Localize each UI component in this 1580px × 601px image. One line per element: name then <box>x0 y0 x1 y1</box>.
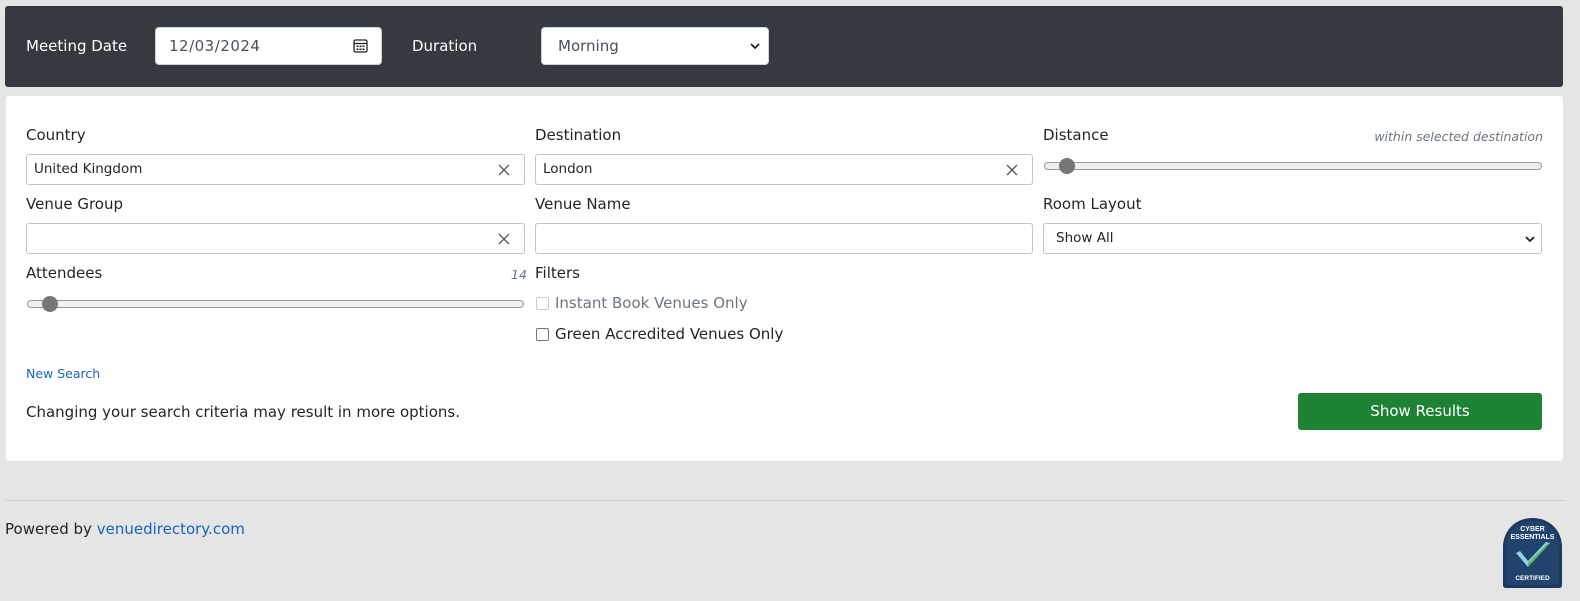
room-layout-label: Room Layout <box>1043 195 1142 213</box>
clear-venue-group-icon[interactable] <box>498 233 510 245</box>
attendees-count: 14 <box>511 267 527 282</box>
new-search-link[interactable]: New Search <box>26 366 100 381</box>
show-results-button[interactable]: Show Results <box>1298 393 1542 430</box>
badge-line1: CYBER <box>1520 526 1545 533</box>
green-accredited-label: Green Accredited Venues Only <box>555 325 784 343</box>
footer: Powered by venuedirectory.com <box>5 520 245 538</box>
destination-select[interactable]: London <box>535 154 1033 185</box>
venue-group-label: Venue Group <box>26 195 124 213</box>
meeting-date-label: Meeting Date <box>26 37 128 55</box>
duration-select[interactable]: Morning <box>541 27 769 65</box>
country-label: Country <box>26 126 86 144</box>
room-layout-value: Show All <box>1056 230 1114 246</box>
destination-label: Destination <box>535 126 622 144</box>
clear-country-icon[interactable] <box>498 164 510 176</box>
meeting-header-bar: Meeting Date 12/03/2024 Duration Morning <box>5 6 1563 87</box>
footer-divider <box>5 500 1565 501</box>
green-accredited-checkbox[interactable] <box>536 328 549 341</box>
chevron-down-icon <box>1525 236 1535 243</box>
destination-value: London <box>543 161 593 177</box>
country-value: United Kingdom <box>34 161 143 177</box>
distance-slider[interactable] <box>1044 158 1542 174</box>
duration-value: Morning <box>558 37 619 55</box>
room-layout-select[interactable]: Show All <box>1043 223 1542 254</box>
meeting-date-value: 12/03/2024 <box>169 37 261 55</box>
distance-hint: within selected destination <box>1374 129 1543 144</box>
filters-label: Filters <box>535 264 580 282</box>
duration-label: Duration <box>412 37 478 55</box>
distance-label: Distance <box>1043 126 1109 144</box>
badge-line2: ESSENTIALS <box>1511 534 1555 541</box>
attendees-label: Attendees <box>26 264 103 282</box>
chevron-down-icon <box>750 43 760 50</box>
attendees-slider-thumb[interactable] <box>42 296 58 312</box>
venue-name-input[interactable] <box>535 223 1033 254</box>
venue-group-select[interactable] <box>26 223 525 254</box>
powered-by-text: Powered by <box>5 520 92 538</box>
search-criteria-panel: Country United Kingdom Destination Londo… <box>6 96 1563 461</box>
cyber-essentials-badge: CYBER ESSENTIALS CERTIFIED <box>1503 518 1562 588</box>
country-select[interactable]: United Kingdom <box>26 154 525 185</box>
badge-line3: CERTIFIED <box>1515 575 1550 582</box>
calendar-icon[interactable] <box>353 38 368 53</box>
instant-book-checkbox[interactable] <box>536 297 549 310</box>
meeting-date-input[interactable]: 12/03/2024 <box>155 27 382 65</box>
instant-book-label: Instant Book Venues Only <box>555 294 748 312</box>
clear-destination-icon[interactable] <box>1006 164 1018 176</box>
attendees-slider[interactable] <box>27 296 524 312</box>
venuedirectory-link[interactable]: venuedirectory.com <box>97 520 245 538</box>
venue-name-label: Venue Name <box>535 195 631 213</box>
distance-slider-thumb[interactable] <box>1059 158 1075 174</box>
search-criteria-note: Changing your search criteria may result… <box>26 403 460 421</box>
